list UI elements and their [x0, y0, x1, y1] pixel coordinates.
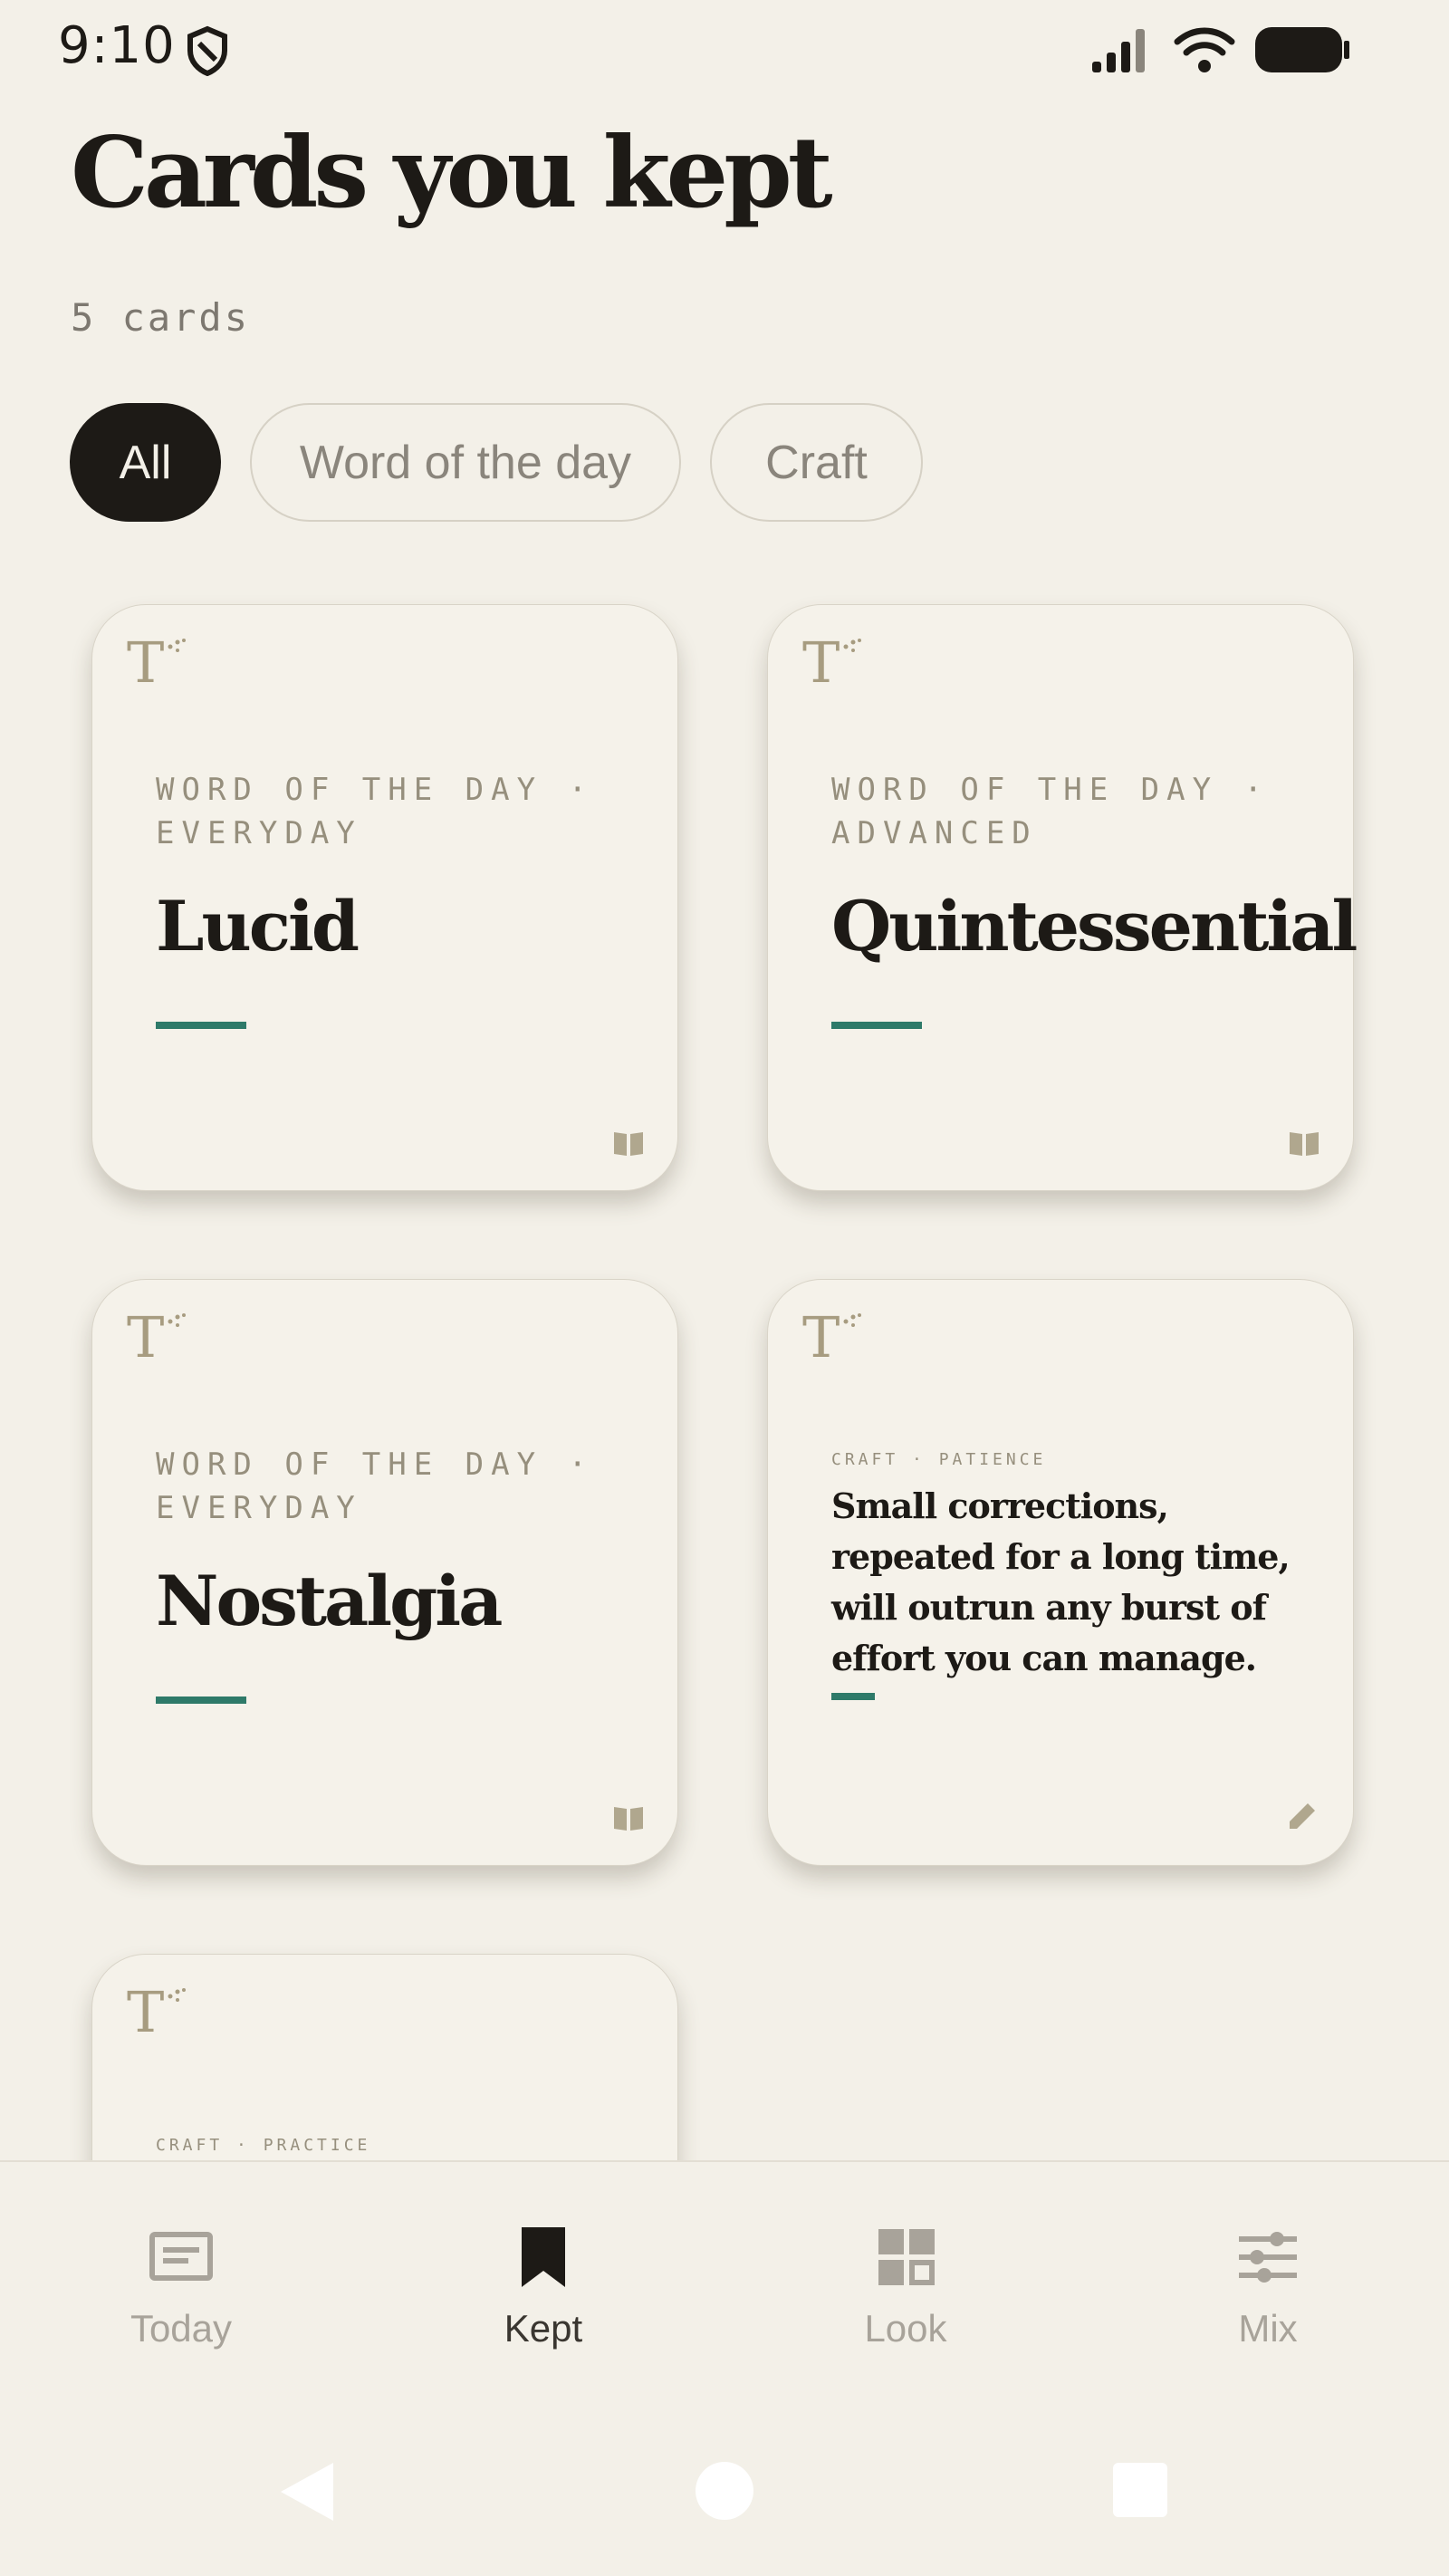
brand-logo-icon: T	[127, 1984, 190, 2042]
brand-logo-icon: T	[802, 634, 866, 692]
card-word: Quintessential	[831, 886, 1358, 966]
book-icon	[1290, 1132, 1319, 1156]
nav-label: Mix	[1238, 2307, 1298, 2350]
kept-card[interactable]: T WORD OF THE DAY · ADVANCED Quintessent…	[767, 604, 1358, 1191]
card-word: Nostalgia	[156, 1561, 503, 1641]
book-icon	[614, 1132, 643, 1156]
card-kicker: CRAFT · PATIENCE	[831, 1450, 1047, 1469]
accent-rule	[831, 1022, 922, 1029]
card-kicker: WORD OF THE DAY · EVERYDAY	[156, 1447, 594, 1526]
back-icon[interactable]	[277, 2461, 335, 2523]
recents-icon[interactable]	[1113, 2463, 1167, 2517]
nav-item-today[interactable]: Today	[0, 2162, 362, 2398]
bottom-nav: Today Kept Look Mix	[0, 2160, 1449, 2398]
card-kicker: CRAFT · PRACTICE	[156, 2136, 371, 2155]
accent-rule	[831, 1693, 875, 1700]
book-icon	[614, 1807, 643, 1831]
kept-cards-grid: T WORD OF THE DAY · EVERYDAY Lucid T WOR…	[0, 0, 1449, 2160]
nav-item-look[interactable]: Look	[724, 2162, 1087, 2398]
pencil-icon	[1290, 1803, 1315, 1829]
accent-rule	[156, 1022, 246, 1029]
kept-card[interactable]: T CRAFT · PATIENCE Small corrections, re…	[767, 1279, 1354, 1866]
today-card-icon	[149, 2232, 213, 2281]
nav-item-kept[interactable]: Kept	[362, 2162, 724, 2398]
kept-card[interactable]: T WORD OF THE DAY · EVERYDAY Lucid	[91, 604, 678, 1191]
grid-icon	[878, 2229, 935, 2285]
card-word: Lucid	[156, 886, 360, 966]
nav-label: Today	[130, 2307, 233, 2350]
card-quote: Small corrections, repeated for a long t…	[831, 1485, 1291, 1678]
sliders-icon	[1239, 2232, 1297, 2283]
nav-item-mix[interactable]: Mix	[1087, 2162, 1449, 2398]
card-kicker: WORD OF THE DAY · ADVANCED	[831, 772, 1270, 851]
brand-logo-icon: T	[802, 1309, 866, 1367]
nav-label: Kept	[504, 2307, 583, 2350]
nav-label: Look	[864, 2307, 947, 2350]
bookmark-icon	[522, 2227, 565, 2287]
brand-logo-icon: T	[127, 634, 190, 692]
system-nav-bar	[0, 2396, 1449, 2576]
card-kicker: WORD OF THE DAY · EVERYDAY	[156, 772, 594, 851]
brand-logo-icon: T	[127, 1309, 190, 1367]
accent-rule	[156, 1697, 246, 1704]
kept-card[interactable]: T CRAFT · PRACTICE	[91, 1954, 678, 2160]
home-icon[interactable]	[695, 2461, 754, 2521]
kept-card[interactable]: T WORD OF THE DAY · EVERYDAY Nostalgia	[91, 1279, 678, 1866]
